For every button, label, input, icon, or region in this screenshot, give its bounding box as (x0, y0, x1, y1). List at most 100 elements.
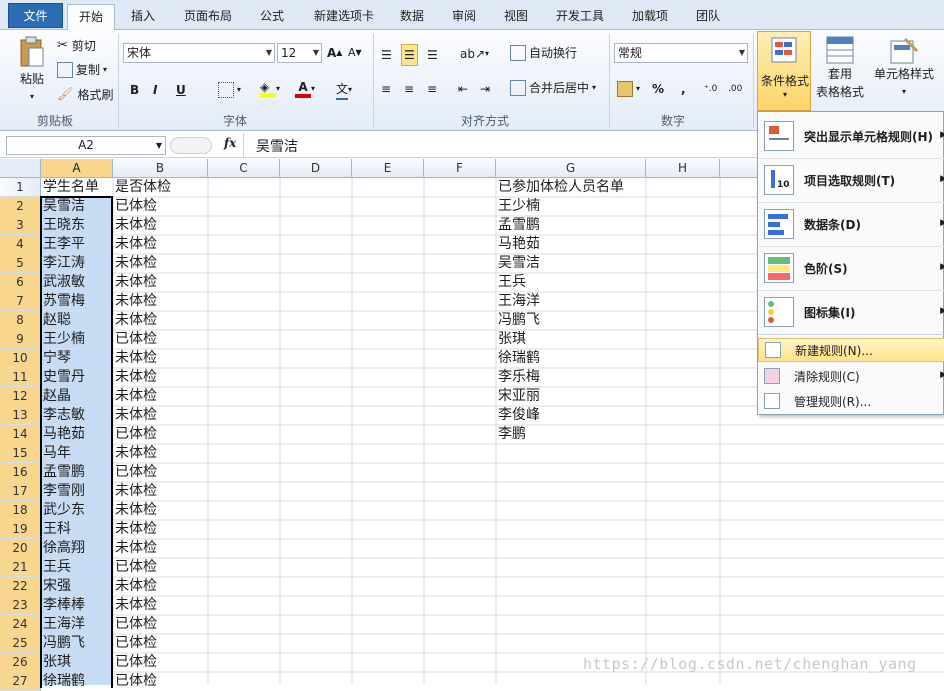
cell-b21[interactable]: 已体检 (113, 558, 157, 577)
column-header-d[interactable]: D (280, 159, 352, 178)
cell-b16[interactable]: 已体检 (113, 463, 157, 482)
format-painter-button[interactable]: 🖌 格式刷 (57, 86, 114, 104)
cell-b2[interactable]: 已体检 (113, 197, 157, 216)
accounting-format-button[interactable]: ▾ (617, 80, 640, 98)
align-middle-button[interactable]: ☰ (401, 44, 418, 66)
cell-a15[interactable]: 马年 (41, 444, 71, 463)
cell-b27[interactable]: 已体检 (113, 672, 157, 691)
row-header-9[interactable]: 9 (0, 330, 41, 349)
cell-a9[interactable]: 王少楠 (41, 330, 85, 349)
cell-g11[interactable]: 李乐梅 (496, 368, 540, 387)
cell-b22[interactable]: 未体检 (113, 577, 157, 596)
row-header-18[interactable]: 18 (0, 501, 41, 520)
cell-g8[interactable]: 冯鹏飞 (496, 311, 540, 330)
paste-button[interactable]: 粘贴 ▾ (14, 36, 50, 106)
row-header-1[interactable]: 1 (0, 178, 41, 197)
cell-b14[interactable]: 已体检 (113, 425, 157, 444)
column-header-f[interactable]: F (424, 159, 496, 178)
row-header-19[interactable]: 19 (0, 520, 41, 539)
tab-home[interactable]: 开始 (67, 4, 115, 31)
row-header-21[interactable]: 21 (0, 558, 41, 577)
column-header-b[interactable]: B (113, 159, 208, 178)
align-right-button[interactable]: ≡ (427, 80, 437, 98)
menu-item-highlight-rules[interactable]: 突出显示单元格规则(H) ▶ (758, 116, 944, 156)
cell-g10[interactable]: 徐瑞鹤 (496, 349, 540, 368)
decrease-decimal-button[interactable]: .00 (728, 80, 742, 98)
row-header-15[interactable]: 15 (0, 444, 41, 463)
cell-a5[interactable]: 李江涛 (41, 254, 85, 273)
tab-developer[interactable]: 开发工具 (549, 4, 611, 30)
cell-g14[interactable]: 李鹏 (496, 425, 526, 444)
cell-a21[interactable]: 王兵 (41, 558, 71, 577)
select-all-corner[interactable] (0, 159, 41, 178)
formula-expand-handle[interactable] (170, 137, 212, 154)
grow-font-button[interactable]: A ▲ (327, 44, 342, 62)
cell-a23[interactable]: 李棒棒 (41, 596, 85, 615)
cell-g7[interactable]: 王海洋 (496, 292, 540, 311)
align-center-button[interactable]: ≡ (404, 80, 414, 98)
row-header-5[interactable]: 5 (0, 254, 41, 273)
cell-a27[interactable]: 徐瑞鹤 (41, 672, 85, 691)
row-header-22[interactable]: 22 (0, 577, 41, 596)
bold-button[interactable]: B (130, 81, 139, 99)
cell-g5[interactable]: 吴雪洁 (496, 254, 540, 273)
decrease-indent-button[interactable]: ⇤ (458, 80, 468, 98)
menu-item-new-rule[interactable]: 新建规则(N)... (758, 338, 944, 362)
comma-button[interactable]: , (681, 80, 686, 98)
cell-g13[interactable]: 李俊峰 (496, 406, 540, 425)
cell-a11[interactable]: 史雪丹 (41, 368, 85, 387)
cell-g3[interactable]: 孟雪鹏 (496, 216, 540, 235)
cell-b23[interactable]: 未体检 (113, 596, 157, 615)
insert-function-icon[interactable]: fx (224, 136, 236, 150)
underline-button[interactable]: U (176, 81, 186, 99)
cell-a3[interactable]: 王晓东 (41, 216, 85, 235)
font-name-select[interactable]: 宋体 ▼ (123, 43, 275, 63)
tab-data[interactable]: 数据 (392, 4, 432, 30)
shrink-font-button[interactable]: A ▼ (348, 44, 362, 62)
name-box[interactable]: A2 ▼ (6, 136, 166, 155)
orientation-button[interactable]: ab↗ ▾ (460, 45, 489, 63)
row-header-12[interactable]: 12 (0, 387, 41, 406)
phonetic-button[interactable]: 文 ▾ (336, 80, 352, 100)
align-left-button[interactable]: ≡ (381, 80, 391, 98)
row-header-27[interactable]: 27 (0, 672, 41, 691)
cell-a16[interactable]: 孟雪鹏 (41, 463, 85, 482)
cell-a14[interactable]: 马艳茹 (41, 425, 85, 444)
cell-a4[interactable]: 王李平 (41, 235, 85, 254)
align-bottom-button[interactable]: ☰ (427, 46, 438, 64)
row-header-14[interactable]: 14 (0, 425, 41, 444)
cell-a24[interactable]: 王海洋 (41, 615, 85, 634)
cell-styles-button[interactable]: 单元格样式 ▾ (872, 35, 936, 101)
row-header-10[interactable]: 10 (0, 349, 41, 368)
cell-a17[interactable]: 李雪刚 (41, 482, 85, 501)
conditional-format-button[interactable]: 条件格式 ▾ (757, 31, 811, 111)
tab-insert[interactable]: 插入 (122, 4, 164, 30)
row-header-11[interactable]: 11 (0, 368, 41, 387)
row-header-26[interactable]: 26 (0, 653, 41, 672)
cell-a2[interactable]: 吴雪洁 (41, 197, 85, 216)
cell-g6[interactable]: 王兵 (496, 273, 526, 292)
cell-b24[interactable]: 已体检 (113, 615, 157, 634)
tab-review[interactable]: 审阅 (444, 4, 484, 30)
cell-b5[interactable]: 未体检 (113, 254, 157, 273)
increase-decimal-button[interactable]: ⁺.0 (704, 80, 717, 98)
tab-view[interactable]: 视图 (496, 4, 536, 30)
font-size-select[interactable]: 12 ▼ (277, 43, 322, 63)
border-button[interactable]: ▾ (218, 81, 241, 99)
cell-a7[interactable]: 苏雪梅 (41, 292, 85, 311)
fill-color-button[interactable]: ◈ ▾ (260, 80, 280, 98)
cell-a12[interactable]: 赵晶 (41, 387, 71, 406)
merge-center-button[interactable]: 合并后居中 ▾ (510, 79, 596, 97)
copy-button[interactable]: 复制 ▾ (57, 61, 107, 79)
column-header-h[interactable]: H (646, 159, 720, 178)
cell-b6[interactable]: 未体检 (113, 273, 157, 292)
percent-button[interactable]: % (652, 80, 664, 98)
cell-b8[interactable]: 未体检 (113, 311, 157, 330)
row-header-6[interactable]: 6 (0, 273, 41, 292)
wrap-text-button[interactable]: 自动换行 (510, 44, 577, 62)
cell-g1[interactable]: 已参加体检人员名单 (496, 178, 624, 197)
row-header-7[interactable]: 7 (0, 292, 41, 311)
cell-b9[interactable]: 已体检 (113, 330, 157, 349)
number-format-select[interactable]: 常规 ▼ (614, 43, 748, 63)
cell-a19[interactable]: 王科 (41, 520, 71, 539)
